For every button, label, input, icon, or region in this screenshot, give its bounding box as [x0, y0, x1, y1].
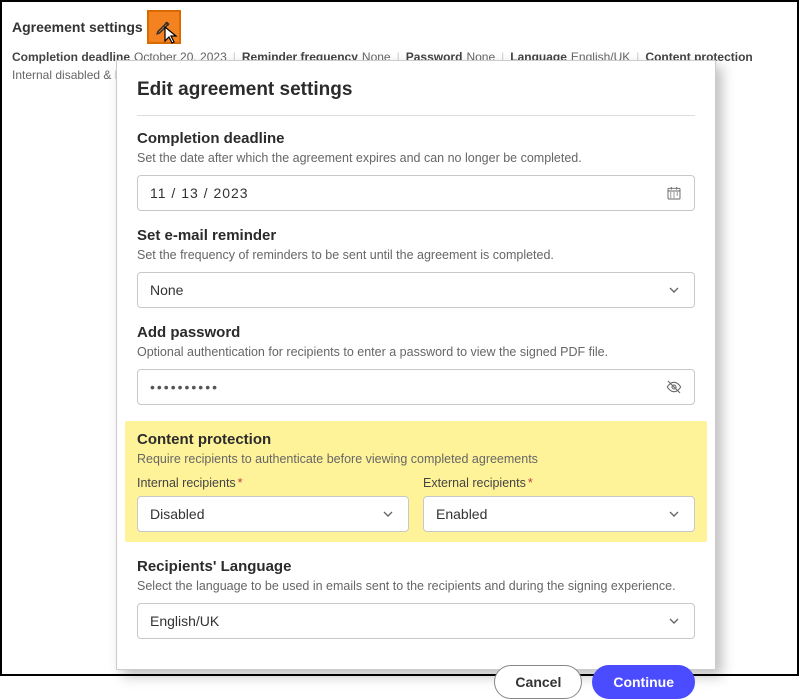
cancel-button[interactable]: Cancel	[494, 665, 582, 699]
section-reminder: Set e-mail reminder Set the frequency of…	[137, 227, 695, 308]
protection-desc: Require recipients to authenticate befor…	[137, 452, 695, 466]
chevron-down-icon	[666, 282, 682, 298]
language-desc: Select the language to be used in emails…	[137, 579, 695, 593]
cursor-icon	[159, 24, 183, 48]
page-title: Agreement settings	[12, 19, 143, 35]
modal-footer: Cancel Continue	[137, 655, 695, 699]
external-recipients-label: External recipients*	[423, 476, 695, 490]
reminder-select[interactable]: None	[137, 272, 695, 308]
password-value: ••••••••••	[150, 379, 219, 395]
summary-deadline-label: Completion deadline	[12, 50, 130, 64]
chevron-down-icon	[666, 613, 682, 629]
required-asterisk: *	[238, 476, 243, 490]
section-language: Recipients' Language Select the language…	[137, 558, 695, 639]
section-content-protection: Content protection Require recipients to…	[125, 421, 707, 542]
language-title: Recipients' Language	[137, 558, 695, 575]
password-desc: Optional authentication for recipients t…	[137, 345, 695, 359]
deadline-desc: Set the date after which the agreement e…	[137, 151, 695, 165]
continue-button[interactable]: Continue	[592, 665, 695, 699]
external-recipients-select[interactable]: Enabled	[423, 496, 695, 532]
language-select-value: English/UK	[150, 613, 219, 629]
section-deadline: Completion deadline Set the date after w…	[137, 130, 695, 211]
password-input[interactable]: ••••••••••	[137, 369, 695, 405]
internal-recipients-label: Internal recipients*	[137, 476, 409, 490]
required-asterisk: *	[528, 476, 533, 490]
modal-title: Edit agreement settings	[137, 79, 695, 101]
external-recipients-value: Enabled	[436, 506, 487, 522]
calendar-icon[interactable]	[666, 185, 682, 201]
deadline-date-value: 11 / 13 / 2023	[150, 185, 249, 201]
reminder-title: Set e-mail reminder	[137, 227, 695, 244]
edit-settings-modal: Edit agreement settings Completion deadl…	[116, 60, 716, 670]
deadline-date-input[interactable]: 11 / 13 / 2023	[137, 175, 695, 211]
language-select[interactable]: English/UK	[137, 603, 695, 639]
divider	[137, 115, 695, 116]
deadline-title: Completion deadline	[137, 130, 695, 147]
reminder-select-value: None	[150, 282, 183, 298]
visibility-off-icon[interactable]	[666, 379, 682, 395]
password-title: Add password	[137, 324, 695, 341]
section-password: Add password Optional authentication for…	[137, 324, 695, 405]
chevron-down-icon	[380, 506, 396, 522]
internal-recipients-select[interactable]: Disabled	[137, 496, 409, 532]
protection-title: Content protection	[137, 431, 695, 448]
chevron-down-icon	[666, 506, 682, 522]
edit-settings-button[interactable]	[147, 10, 181, 44]
internal-recipients-value: Disabled	[150, 506, 204, 522]
reminder-desc: Set the frequency of reminders to be sen…	[137, 248, 695, 262]
